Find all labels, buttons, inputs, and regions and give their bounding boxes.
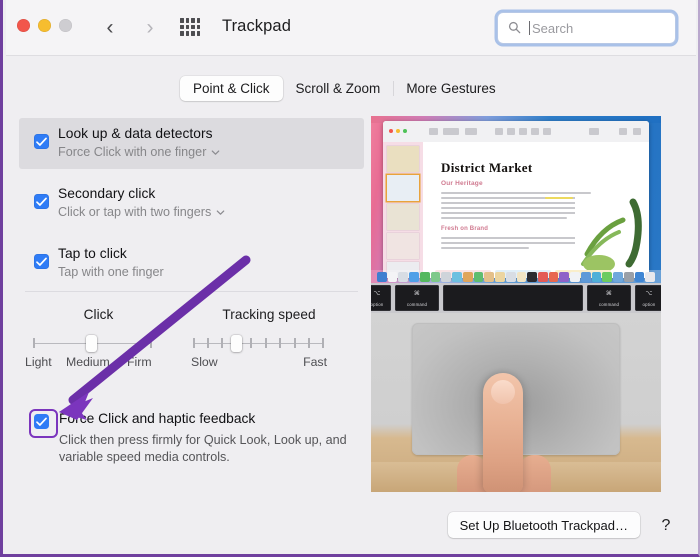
option-title: Tap to click xyxy=(58,246,127,261)
options-list: Look up & data detectors Force Click wit… xyxy=(19,118,364,289)
slider-tick xyxy=(294,338,296,348)
window-titlebar: ‹ › Trackpad xyxy=(6,0,696,56)
pages-document-window: District Market Our Heritage Fresh on Br… xyxy=(383,121,649,278)
tracking-slider-group: Tracking speed Slow Fast xyxy=(180,307,358,371)
slider-tick xyxy=(33,338,35,348)
option-look-up-and-data-detectors[interactable]: Look up & data detectors Force Click wit… xyxy=(19,118,364,169)
option-subtitle-row[interactable]: Click or tap with two fingers xyxy=(58,204,358,221)
option-subtitle: Force Click with one finger xyxy=(58,145,207,159)
option-subtitle-row: Tap with one finger xyxy=(58,264,358,281)
option-subtitle-row[interactable]: Force Click with one finger xyxy=(58,144,358,161)
pages-document-canvas: District Market Our Heritage Fresh on Br… xyxy=(423,142,649,278)
close-button[interactable] xyxy=(17,19,30,32)
macbook-trackpad-photo xyxy=(371,313,661,492)
slider-tick xyxy=(150,338,152,348)
key-command-right: ⌘ command xyxy=(587,285,631,311)
slider-tick xyxy=(207,338,209,348)
checkbox-secondary-click[interactable] xyxy=(34,194,49,209)
slider-tick xyxy=(265,338,267,348)
document-title: District Market xyxy=(441,160,533,175)
click-slider[interactable] xyxy=(33,335,152,352)
search-field[interactable] xyxy=(497,12,676,44)
key-command-left: ⌘ command xyxy=(395,285,439,311)
gesture-preview-video: District Market Our Heritage Fresh on Br… xyxy=(371,116,661,492)
button-label: Set Up Bluetooth Trackpad… xyxy=(459,517,628,533)
slider-tick xyxy=(221,338,223,348)
slider-tick xyxy=(279,338,281,348)
option-secondary-click[interactable]: Secondary click Click or tap with two fi… xyxy=(25,178,358,229)
tab-bar: Point & Click Scroll & Zoom More Gesture… xyxy=(180,76,509,101)
tracking-label-fast: Fast xyxy=(303,355,327,369)
text-caret xyxy=(529,21,530,35)
search-icon xyxy=(508,21,521,34)
tracking-speed-slider[interactable] xyxy=(193,335,324,352)
force-click-description: Click then press firmly for Quick Look, … xyxy=(59,433,347,464)
tab-label: More Gestures xyxy=(406,81,496,96)
option-subtitle: Tap with one finger xyxy=(58,265,164,279)
chevron-down-icon[interactable] xyxy=(216,208,225,217)
back-button[interactable]: ‹ xyxy=(97,14,123,40)
set-up-bluetooth-trackpad-button[interactable]: Set Up Bluetooth Trackpad… xyxy=(447,512,640,538)
click-label-light: Light xyxy=(25,355,52,369)
window-controls xyxy=(17,19,72,32)
vegetables-photo xyxy=(575,194,649,272)
pages-toolbar xyxy=(383,121,649,143)
annotated-screenshot-frame: ‹ › Trackpad Point & Click Scroll & Zoom… xyxy=(0,0,700,557)
tracking-label-slow: Slow xyxy=(191,355,218,369)
index-finger xyxy=(483,373,523,492)
hand-knuckle-right xyxy=(519,455,551,492)
option-title: Secondary click xyxy=(58,186,156,201)
zoom-button xyxy=(59,19,72,32)
option-tap-to-click[interactable]: Tap to click Tap with one finger xyxy=(25,238,358,289)
click-slider-title: Click xyxy=(83,307,114,322)
click-label-firm: Firm xyxy=(127,355,152,369)
section-divider xyxy=(25,291,358,292)
page-thumbnail[interactable] xyxy=(387,146,419,172)
page-thumbnail[interactable] xyxy=(387,233,419,259)
page-thumbnail[interactable] xyxy=(387,204,419,230)
click-label-medium: Medium xyxy=(66,355,110,369)
tracking-slider-knob[interactable] xyxy=(231,335,242,352)
slider-tick xyxy=(308,338,310,348)
fingernail xyxy=(491,380,515,404)
show-all-grid-icon[interactable] xyxy=(180,18,200,36)
document-section-heading: Our Heritage xyxy=(441,180,483,187)
checkbox-tap-to-click[interactable] xyxy=(34,254,49,269)
page-title: Trackpad xyxy=(222,17,291,35)
document-second-heading: Fresh on Brand xyxy=(441,226,489,232)
annotation-highlight-ring xyxy=(29,409,58,438)
click-slider-knob[interactable] xyxy=(86,335,97,352)
slider-track xyxy=(193,342,324,344)
tab-more-gestures[interactable]: More Gestures xyxy=(393,76,508,101)
option-force-click[interactable]: Force Click and haptic feedback Click th… xyxy=(25,409,365,466)
tab-label: Scroll & Zoom xyxy=(295,81,381,96)
force-click-title: Force Click and haptic feedback xyxy=(59,411,256,426)
sliders-row: Click Light Medium Firm Tracking speed S… xyxy=(25,307,358,371)
checkbox-look-up[interactable] xyxy=(34,134,49,149)
slider-tick xyxy=(250,338,252,348)
option-title: Look up & data detectors xyxy=(58,126,213,141)
macbook-keyboard-row: ⌥ option ⌘ command ⌘ command ⌥ option xyxy=(371,283,661,313)
tab-point-and-click[interactable]: Point & Click xyxy=(180,76,283,101)
option-subtitle: Click or tap with two fingers xyxy=(58,205,212,219)
chevron-down-icon[interactable] xyxy=(211,148,220,157)
key-spacebar xyxy=(443,285,583,311)
page-thumbnail-selected[interactable] xyxy=(387,175,419,201)
tab-label: Point & Click xyxy=(193,81,270,96)
tab-scroll-and-zoom[interactable]: Scroll & Zoom xyxy=(283,76,394,101)
key-option-left: ⌥ option xyxy=(371,285,391,311)
forward-button[interactable]: › xyxy=(137,14,163,40)
minimize-button[interactable] xyxy=(38,19,51,32)
dock[interactable] xyxy=(371,270,661,283)
help-button[interactable]: ? xyxy=(652,512,680,540)
pages-thumbnail-sidebar[interactable] xyxy=(383,142,423,278)
search-input[interactable] xyxy=(532,19,667,37)
click-slider-group: Click Light Medium Firm xyxy=(25,307,180,371)
slider-tick xyxy=(193,338,195,348)
key-option-right: ⌥ option xyxy=(635,285,661,311)
slider-tick xyxy=(322,338,324,348)
preview-desktop-screen: District Market Our Heritage Fresh on Br… xyxy=(371,116,661,283)
tracking-slider-title: Tracking speed xyxy=(222,307,316,322)
